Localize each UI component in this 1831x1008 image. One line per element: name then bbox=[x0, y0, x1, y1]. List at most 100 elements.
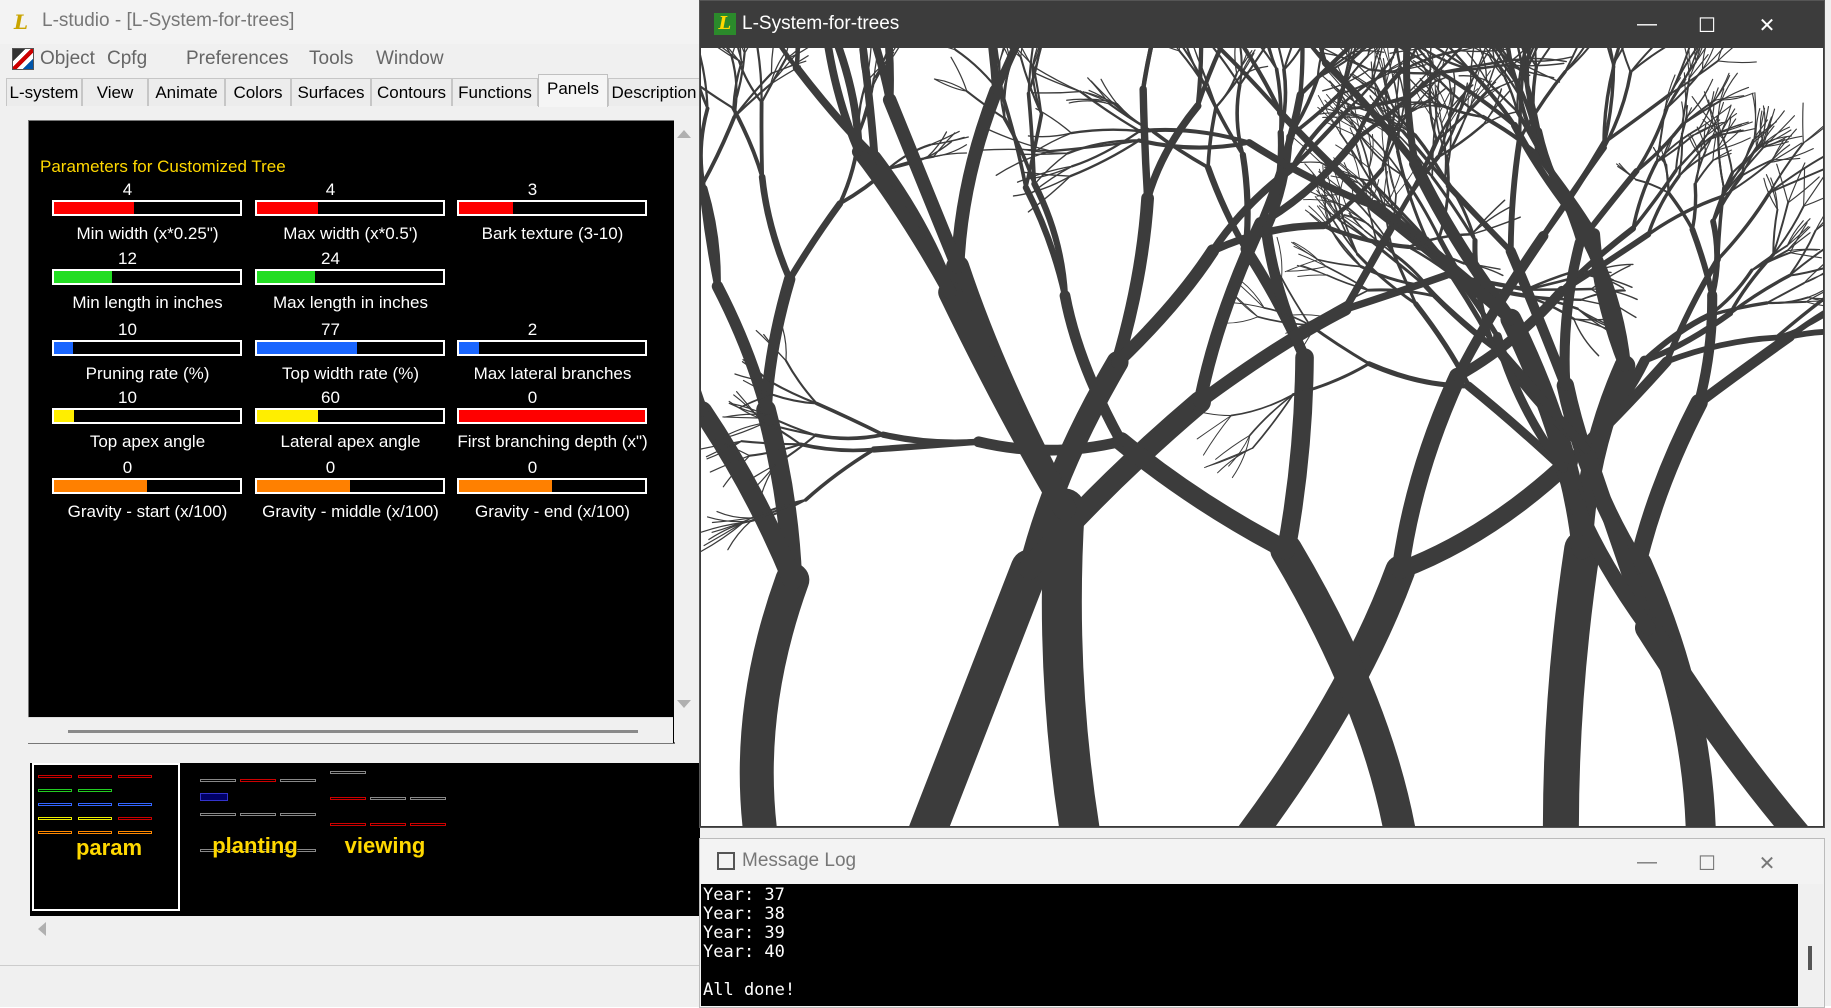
slider-value: 77 bbox=[233, 320, 428, 340]
tab-surfaces[interactable]: Surfaces bbox=[291, 78, 371, 106]
tree-branch bbox=[1197, 416, 1231, 439]
slider-value: 10 bbox=[30, 388, 225, 408]
close-icon[interactable]: ✕ bbox=[1752, 851, 1782, 876]
render-window: L L-System-for-trees — ☐ ✕ bbox=[699, 0, 1825, 828]
thumbnail-param[interactable]: param bbox=[32, 763, 180, 911]
menu-cpfg[interactable]: Cpfg bbox=[107, 48, 147, 70]
slider-value: 12 bbox=[30, 249, 225, 269]
minimize-icon[interactable]: — bbox=[1632, 851, 1662, 874]
thumbnail-planting[interactable]: planting bbox=[180, 763, 328, 911]
panel-title: Parameters for Customized Tree bbox=[40, 157, 286, 177]
mini-slider bbox=[200, 779, 236, 782]
slider-fill bbox=[459, 480, 552, 492]
tree-branch bbox=[1298, 48, 1302, 95]
slider-value: 60 bbox=[233, 388, 428, 408]
tab-description[interactable]: Description bbox=[608, 78, 700, 106]
tree-branch bbox=[1511, 139, 1520, 251]
slider-track[interactable] bbox=[255, 200, 445, 216]
slider-track[interactable] bbox=[52, 408, 242, 424]
tree-branch bbox=[958, 91, 996, 267]
tree-branches-image bbox=[701, 48, 1823, 826]
tab-colors[interactable]: Colors bbox=[225, 78, 291, 106]
panel-thumbnail-strip: param planting viewing bbox=[30, 763, 700, 916]
lstudio-logo-icon: L bbox=[714, 13, 736, 35]
slider-track[interactable] bbox=[52, 269, 242, 285]
mini-slider bbox=[118, 817, 152, 820]
slider-label: Min width (x*0.25") bbox=[30, 224, 265, 244]
mini-slider bbox=[78, 789, 112, 792]
slider-value: 0 bbox=[233, 458, 428, 478]
slider-track[interactable] bbox=[255, 269, 445, 285]
slider-label: Top width rate (%) bbox=[233, 364, 468, 384]
maximize-icon[interactable]: ☐ bbox=[1692, 13, 1722, 38]
tree-branch bbox=[801, 444, 874, 450]
mini-slider bbox=[200, 813, 236, 816]
slider-fill bbox=[257, 202, 318, 214]
tab-panels[interactable]: Panels bbox=[538, 74, 608, 107]
scroll-down-icon[interactable] bbox=[677, 700, 691, 708]
slider-track[interactable] bbox=[255, 340, 445, 356]
slider-track[interactable] bbox=[255, 408, 445, 424]
message-log-scrollbar[interactable] bbox=[1799, 884, 1823, 1006]
slider-track[interactable] bbox=[457, 200, 647, 216]
minimize-icon[interactable]: — bbox=[1632, 13, 1662, 36]
menu-preferences[interactable]: Preferences bbox=[186, 48, 288, 70]
slider-fill bbox=[459, 202, 513, 214]
tree-branch bbox=[1298, 275, 1327, 277]
tree-branch bbox=[1310, 325, 1369, 364]
menu-tools[interactable]: Tools bbox=[309, 48, 353, 70]
slider-track[interactable] bbox=[255, 478, 445, 494]
panel-vertical-scrollbar[interactable] bbox=[674, 120, 694, 742]
menu-bar: Object Cpfg Preferences Tools Window bbox=[0, 46, 700, 72]
slider-value: 3 bbox=[435, 180, 630, 200]
tree-branch bbox=[762, 177, 790, 279]
thumbnail-scrollbar[interactable] bbox=[30, 916, 700, 941]
render-title-bar: L L-System-for-trees — ☐ ✕ bbox=[700, 1, 1824, 48]
tree-branch bbox=[1203, 416, 1231, 456]
tree-branch bbox=[1712, 222, 1717, 295]
slider-label: Pruning rate (%) bbox=[30, 364, 265, 384]
tab-animate[interactable]: Animate bbox=[148, 78, 225, 106]
tab-contours[interactable]: Contours bbox=[371, 78, 452, 106]
tree-branch bbox=[701, 48, 705, 50]
message-log-output: Year: 37 Year: 38 Year: 39 Year: 40 All … bbox=[701, 884, 1798, 1006]
tab-view[interactable]: View bbox=[82, 78, 148, 106]
message-log-window: Message Log — ☐ ✕ Year: 37 Year: 38 Year… bbox=[699, 838, 1825, 1008]
tab-functions[interactable]: Functions bbox=[452, 78, 538, 106]
render-window-title: L-System-for-trees bbox=[742, 13, 899, 35]
slider-track[interactable] bbox=[52, 478, 242, 494]
tree-branch bbox=[723, 417, 759, 418]
mini-slider bbox=[410, 797, 446, 800]
tab-lsystem[interactable]: L-system bbox=[6, 78, 82, 106]
thumbnail-label: viewing bbox=[310, 833, 460, 859]
thumbnail-viewing[interactable]: viewing bbox=[310, 763, 458, 911]
tree-branch bbox=[717, 286, 766, 409]
close-icon[interactable]: ✕ bbox=[1752, 13, 1782, 38]
menu-object[interactable]: Object bbox=[40, 48, 95, 70]
mini-slider bbox=[410, 823, 446, 826]
slider-track[interactable] bbox=[457, 408, 647, 424]
scroll-thumb[interactable] bbox=[1808, 946, 1812, 970]
tree-branch bbox=[1253, 395, 1293, 448]
maximize-icon[interactable]: ☐ bbox=[1692, 851, 1722, 876]
menu-window[interactable]: Window bbox=[376, 48, 444, 70]
scroll-up-icon[interactable] bbox=[677, 130, 691, 138]
panel-horizontal-scrollbar[interactable] bbox=[28, 717, 673, 743]
scroll-left-icon[interactable] bbox=[38, 922, 46, 936]
tree-branch bbox=[726, 423, 764, 435]
tree-branch bbox=[934, 79, 966, 91]
tree-render-canvas[interactable] bbox=[701, 48, 1823, 826]
mini-slider bbox=[370, 797, 406, 800]
app-menu-icon[interactable] bbox=[12, 48, 34, 70]
slider-track[interactable] bbox=[52, 340, 242, 356]
slider-track[interactable] bbox=[457, 340, 647, 356]
tree-branch bbox=[806, 449, 874, 499]
tree-branch bbox=[1803, 115, 1823, 143]
slider-track[interactable] bbox=[52, 200, 242, 216]
slider-fill bbox=[459, 410, 645, 422]
mini-slider bbox=[38, 817, 72, 820]
tree-branch bbox=[1808, 281, 1823, 298]
slider-track[interactable] bbox=[457, 478, 647, 494]
tree-branch bbox=[1803, 103, 1804, 143]
scroll-thumb[interactable] bbox=[68, 730, 638, 733]
